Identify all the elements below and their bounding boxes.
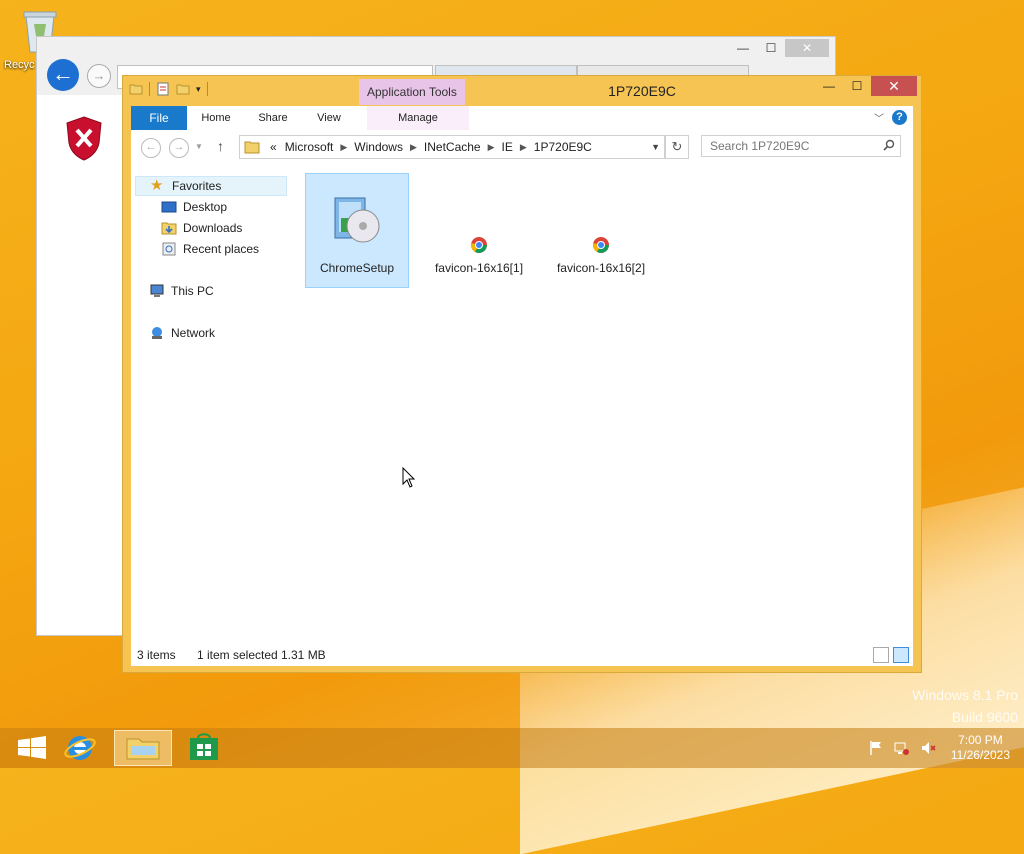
ie-close-button[interactable]: ✕	[785, 39, 829, 57]
back-button[interactable]: ←	[141, 138, 161, 158]
file-explorer-icon	[126, 738, 160, 760]
network-icon	[152, 327, 162, 339]
breadcrumb-item[interactable]: Windows	[350, 140, 407, 154]
taskbar-store[interactable]	[176, 730, 232, 766]
up-button[interactable]: ↑	[217, 138, 224, 154]
taskbar-internet-explorer[interactable]	[52, 730, 108, 766]
item-count: 3 items	[137, 648, 176, 662]
recent-places-icon	[162, 242, 176, 256]
nav-item-favorites[interactable]: ★ Favorites	[135, 176, 287, 196]
nav-item-label: Recent places	[183, 242, 260, 256]
taskbar: 7:00 PM 11/26/2023	[0, 728, 1024, 768]
nav-item-label: Desktop	[183, 200, 228, 214]
ie-page-content	[37, 95, 129, 635]
window-controls: — ☐ ✕	[815, 76, 917, 96]
status-bar: 3 items 1 item selected 1.31 MB	[131, 644, 913, 666]
search-input[interactable]	[701, 135, 901, 157]
refresh-button[interactable]: ↻	[665, 135, 689, 159]
computer-icon	[150, 284, 164, 297]
nav-item-network[interactable]: Network	[149, 323, 215, 343]
file-list-view: ChromeSetup favicon-16x16[1] favicon-16x…	[297, 166, 913, 644]
breadcrumb-chevron-icon[interactable]: ▶	[337, 142, 350, 153]
forward-button[interactable]: →	[169, 138, 189, 158]
nav-item-this-pc[interactable]: This PC	[149, 281, 214, 301]
help-icon[interactable]: ?	[892, 110, 907, 125]
nav-item-downloads[interactable]: Downloads	[161, 218, 242, 238]
maximize-button[interactable]: ☐	[843, 76, 871, 96]
nav-item-label: Favorites	[172, 179, 222, 193]
search-icon	[883, 139, 895, 151]
clock-date: 11/26/2023	[950, 748, 1010, 762]
taskbar-clock[interactable]: 7:00 PM 11/26/2023	[951, 733, 1010, 763]
address-dropdown-chevron-icon[interactable]: ▼	[647, 142, 664, 152]
large-icons-view-icon[interactable]	[893, 647, 909, 663]
breadcrumb-item[interactable]: IE	[498, 140, 517, 154]
breadcrumb-chevron-icon[interactable]: ▶	[407, 142, 420, 153]
breadcrumb-item[interactable]: Microsoft	[281, 140, 338, 154]
ie-forward-button[interactable]: →	[87, 64, 111, 88]
tab-share[interactable]: Share	[249, 106, 297, 130]
window-title: 1P720E9C	[608, 83, 676, 99]
desktop-icon	[161, 201, 177, 213]
selection-size: 1.31 MB	[281, 648, 326, 662]
star-icon: ★	[150, 177, 164, 194]
nav-item-label: Downloads	[183, 221, 243, 235]
details-view-icon[interactable]	[873, 647, 889, 663]
tab-home[interactable]: Home	[191, 106, 241, 130]
ie-window-controls: — ☐ ✕	[729, 39, 829, 57]
ie-maximize-button[interactable]: ☐	[757, 39, 785, 57]
breadcrumb-item[interactable]: INetCache	[420, 140, 485, 154]
ribbon-tabs: File Home Share View Manage ﹀ ?	[131, 106, 913, 130]
ie-back-button[interactable]: ←	[47, 59, 79, 91]
internet-explorer-icon	[64, 736, 96, 760]
notification-tray	[868, 740, 936, 756]
minimize-button[interactable]: —	[815, 76, 843, 96]
ie-minimize-button[interactable]: —	[729, 39, 757, 57]
security-warning-shield-icon	[66, 116, 102, 161]
nav-item-label: This PC	[171, 284, 214, 298]
installer-disc-icon	[334, 197, 380, 243]
navigation-bar: ← → ▼ ↑ « Microsoft ▶ Windows ▶ INetCach…	[131, 130, 913, 166]
taskbar-file-explorer[interactable]	[114, 730, 172, 766]
tab-view[interactable]: View	[303, 106, 355, 130]
chrome-icon	[592, 237, 609, 253]
nav-item-desktop[interactable]: Desktop	[161, 197, 227, 217]
mouse-pointer-icon	[402, 467, 416, 488]
file-explorer-window[interactable]: ▾ Application Tools 1P720E9C — ☐ ✕ File …	[122, 75, 922, 673]
navigation-pane: ★ Favorites Desktop Downloads Recent pla…	[131, 166, 297, 644]
network-status-icon[interactable]	[894, 740, 910, 756]
os-watermark: Windows 8.1 Pro Build 9600	[912, 684, 1018, 728]
nav-item-label: Network	[171, 326, 216, 340]
clock-time: 7:00 PM	[958, 733, 1003, 747]
file-name: favicon-16x16[2]	[556, 261, 646, 275]
tab-file[interactable]: File	[131, 106, 187, 130]
recent-locations-chevron-icon[interactable]: ▼	[195, 142, 203, 151]
downloads-icon	[161, 222, 177, 235]
close-button[interactable]: ✕	[871, 76, 917, 96]
breadcrumb-chevron-icon[interactable]: ▶	[485, 142, 498, 153]
store-icon	[190, 733, 218, 760]
expand-ribbon-chevron-icon[interactable]: ﹀	[874, 110, 884, 125]
os-edition: Windows 8.1 Pro	[912, 687, 1018, 703]
action-center-flag-icon[interactable]	[868, 740, 884, 756]
file-item-chromesetup[interactable]: ChromeSetup	[305, 173, 409, 288]
breadcrumb-chevron-icon[interactable]: ▶	[517, 142, 530, 153]
address-breadcrumb[interactable]: « Microsoft ▶ Windows ▶ INetCache ▶ IE ▶…	[239, 135, 665, 159]
file-item-favicon-2[interactable]: favicon-16x16[2]	[549, 236, 653, 275]
file-name: ChromeSetup	[319, 261, 395, 275]
selection-count: 1 item selected	[197, 648, 278, 662]
explorer-titlebar: ▾ Application Tools 1P720E9C — ☐ ✕	[123, 76, 921, 106]
os-build: Build 9600	[951, 709, 1018, 725]
folder-icon	[244, 141, 260, 154]
ribbon-right-controls: ﹀ ?	[874, 110, 907, 125]
volume-muted-icon[interactable]	[920, 740, 936, 756]
tab-manage[interactable]: Manage	[367, 106, 469, 130]
nav-item-recent-places[interactable]: Recent places	[161, 239, 259, 259]
breadcrumb-overflow[interactable]: «	[266, 140, 281, 154]
view-toggle	[873, 647, 909, 663]
chrome-icon	[470, 237, 487, 253]
file-name: favicon-16x16[1]	[434, 261, 524, 275]
file-item-favicon-1[interactable]: favicon-16x16[1]	[427, 236, 531, 275]
breadcrumb-item[interactable]: 1P720E9C	[530, 140, 596, 154]
